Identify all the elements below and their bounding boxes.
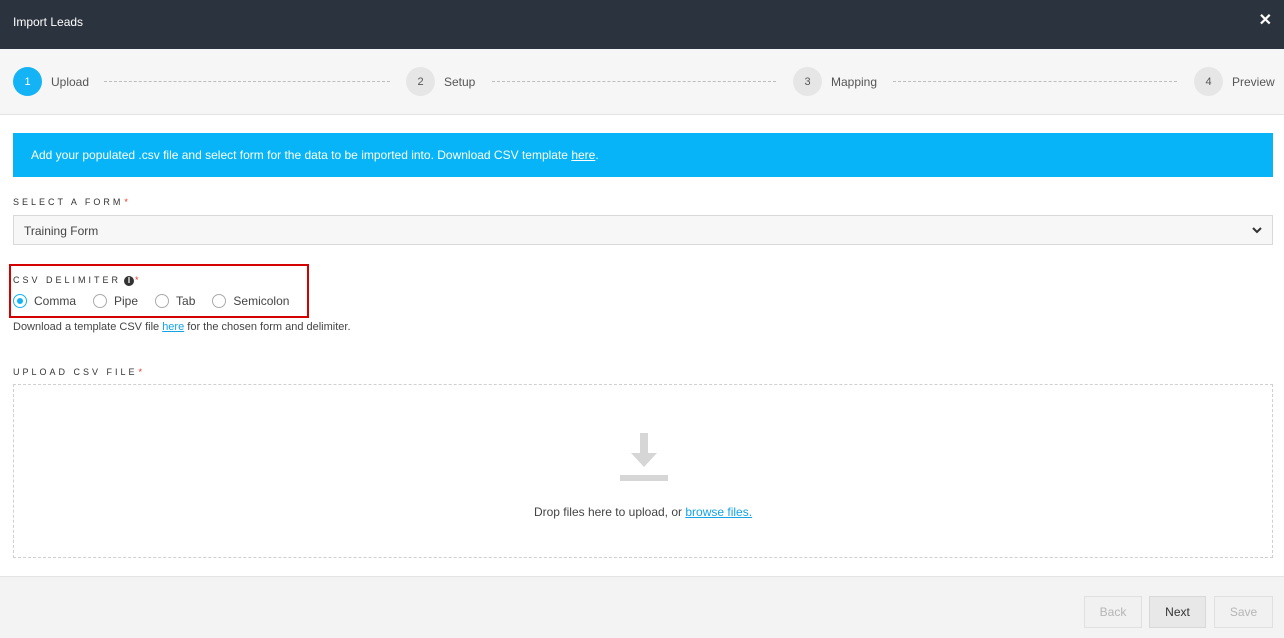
- radio-label: Comma: [34, 294, 77, 308]
- required-marker: *: [135, 275, 139, 285]
- radio-circle: [13, 294, 27, 308]
- step-number: 2: [406, 67, 435, 96]
- upload-csv-label: UPLOAD CSV FILE*: [13, 367, 142, 377]
- close-icon[interactable]: ✕: [1259, 12, 1272, 30]
- drop-text: Drop files here to upload, or: [533, 505, 686, 519]
- required-marker: *: [138, 367, 143, 377]
- step-connector: [893, 81, 1177, 82]
- banner-template-link[interactable]: here: [571, 148, 595, 162]
- modal-header: Import Leads ✕: [0, 0, 1284, 49]
- radio-comma[interactable]: Comma: [13, 294, 76, 308]
- radio-tab[interactable]: Tab: [155, 294, 195, 308]
- step-number: 4: [1194, 67, 1223, 96]
- save-button[interactable]: Save: [1214, 596, 1273, 628]
- banner-suffix: .: [595, 148, 599, 162]
- csv-delimiter-label-text: CSV DELIMITER: [13, 275, 122, 285]
- hint-prefix: Download a template CSV file: [13, 321, 163, 333]
- modal-title: Import Leads: [13, 15, 84, 29]
- step-mapping[interactable]: 3 Mapping: [793, 67, 877, 96]
- step-label: Preview: [1232, 74, 1275, 89]
- radio-circle: [93, 294, 108, 308]
- file-dropzone[interactable]: Drop files here to upload, or browse fil…: [13, 384, 1273, 558]
- step-number: 1: [13, 67, 42, 96]
- upload-csv-label-text: UPLOAD CSV FILE: [13, 367, 138, 377]
- banner-text: Add your populated .csv file and select …: [31, 148, 572, 162]
- required-marker: *: [124, 197, 128, 207]
- back-button[interactable]: Back: [1084, 596, 1142, 628]
- info-icon[interactable]: i: [124, 276, 135, 286]
- hint-template-link[interactable]: here: [162, 321, 184, 333]
- delimiter-highlight-box: [9, 264, 309, 318]
- info-banner: Add your populated .csv file and select …: [13, 133, 1273, 177]
- radio-semicolon[interactable]: Semicolon: [212, 294, 289, 308]
- form-select[interactable]: Training Form: [13, 215, 1273, 245]
- select-form-label-text: SELECT A FORM: [13, 197, 124, 207]
- radio-label: Tab: [176, 294, 196, 308]
- radio-circle: [212, 294, 227, 308]
- modal-footer: Back Next Save: [0, 576, 1284, 638]
- radio-pipe[interactable]: Pipe: [93, 294, 138, 308]
- select-form-label: SELECT A FORM*: [13, 197, 128, 207]
- chevron-down-icon: [1252, 227, 1262, 234]
- radio-label: Semicolon: [233, 294, 290, 308]
- step-preview[interactable]: 4 Preview: [1194, 67, 1275, 96]
- form-select-value: Training Form: [24, 224, 99, 238]
- step-connector: [104, 81, 390, 82]
- dropzone-text: Drop files here to upload, or browse fil…: [14, 505, 1272, 519]
- download-arrow-icon: [620, 433, 668, 481]
- radio-circle: [155, 294, 170, 308]
- radio-label: Pipe: [114, 294, 139, 308]
- csv-delimiter-label: CSV DELIMITER i *: [13, 275, 139, 286]
- delimiter-radio-group: Comma Pipe Tab Semicolon: [13, 293, 306, 309]
- step-connector: [492, 81, 776, 82]
- template-hint: Download a template CSV file here for th…: [13, 321, 351, 333]
- step-label: Mapping: [831, 74, 878, 89]
- step-number: 3: [793, 67, 822, 96]
- step-setup[interactable]: 2 Setup: [406, 67, 475, 96]
- step-label: Setup: [444, 74, 476, 89]
- browse-files-link[interactable]: browse files.: [685, 505, 752, 519]
- next-button[interactable]: Next: [1149, 596, 1206, 628]
- step-upload[interactable]: 1 Upload: [13, 67, 89, 96]
- wizard-stepper: 1 Upload 2 Setup 3 Mapping 4 Preview: [0, 49, 1284, 115]
- hint-suffix: for the chosen form and delimiter.: [184, 321, 351, 333]
- step-label: Upload: [51, 74, 90, 89]
